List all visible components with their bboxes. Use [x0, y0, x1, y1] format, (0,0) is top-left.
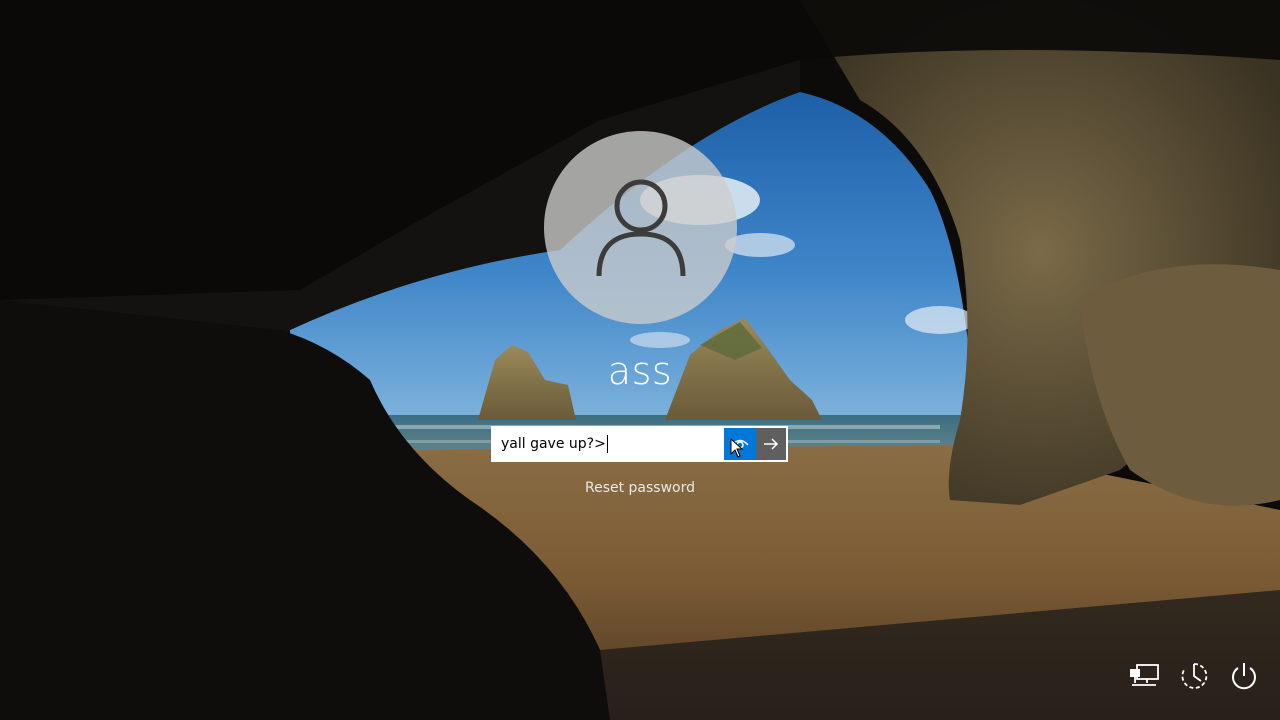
network-button[interactable] [1128, 660, 1160, 692]
power-icon [1232, 663, 1256, 690]
ease-of-access-button[interactable] [1178, 660, 1210, 692]
user-avatar [544, 131, 737, 324]
password-field[interactable]: yall gave up?> [493, 428, 724, 460]
system-tray [1128, 660, 1260, 692]
mouse-pointer-icon [730, 438, 744, 458]
reset-password-link[interactable]: Reset password [540, 478, 740, 498]
username-label: ass [607, 349, 673, 393]
text-caret [606, 435, 608, 453]
user-icon [596, 179, 685, 276]
ease-of-access-icon [1181, 663, 1208, 689]
network-icon [1130, 664, 1159, 686]
lock-screen: ass yall gave up?> Reset password [0, 0, 1280, 720]
power-button[interactable] [1228, 660, 1260, 692]
arrow-right-icon [764, 438, 779, 450]
password-value: yall gave up?> [501, 436, 606, 452]
submit-button[interactable] [756, 428, 786, 460]
